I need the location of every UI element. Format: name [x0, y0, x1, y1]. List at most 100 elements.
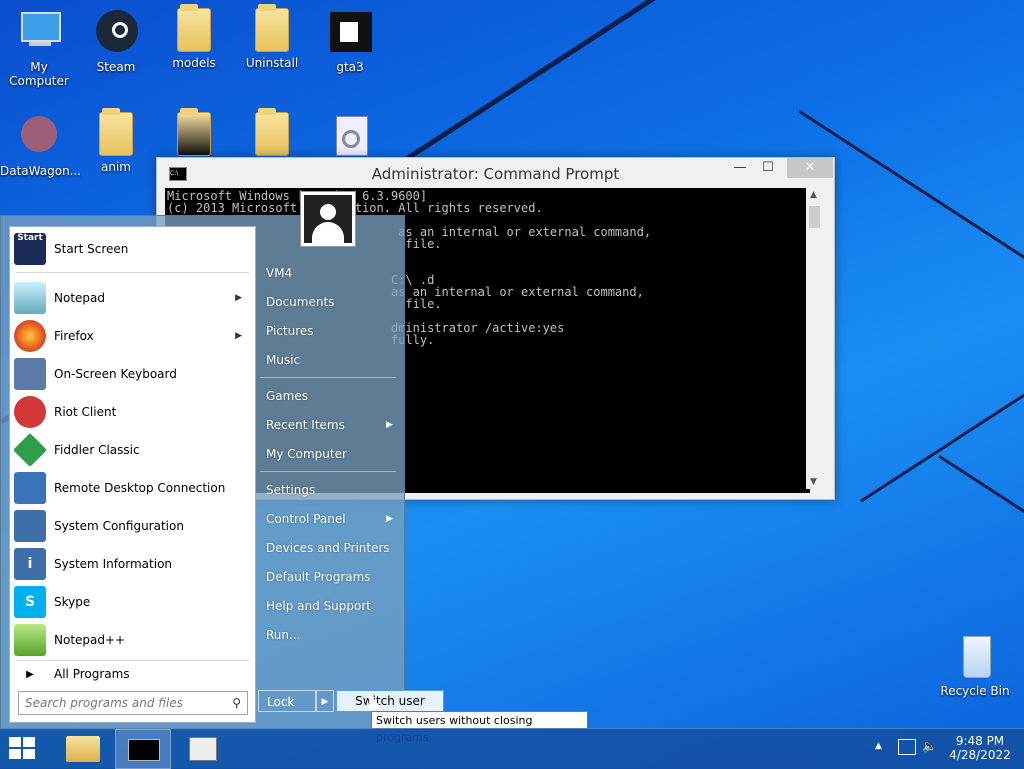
desktop-icon-label: DataWagon...: [0, 164, 82, 178]
separator: [260, 377, 396, 378]
desktop-icon-label: anim: [101, 160, 131, 174]
start-item-on-screen-keyboard[interactable]: On-Screen Keyboard: [14, 356, 252, 392]
search-placeholder: Search programs and files: [25, 696, 183, 710]
minimize-button[interactable]: —: [726, 158, 754, 178]
show-hidden-icons-button[interactable]: ▲: [875, 741, 882, 751]
start-item-label: Remote Desktop Connection: [54, 481, 226, 495]
riot-client-icon: [14, 396, 46, 428]
start-item-notepad-plus-plus[interactable]: Notepad++: [14, 622, 252, 658]
start-item-system-configuration[interactable]: System Configuration: [14, 508, 252, 544]
start-right-run[interactable]: Run...: [266, 628, 300, 642]
desktop-icon-gta3[interactable]: gta3: [311, 8, 389, 74]
clock[interactable]: 9:48 PM 4/28/2022: [946, 734, 1014, 762]
folder-icon: [255, 4, 289, 52]
start-item-riot-client[interactable]: Riot Client: [14, 394, 252, 430]
computer-icon: [15, 8, 63, 56]
desktop-icon-anim[interactable]: anim: [77, 108, 155, 174]
start-item-remote-desktop[interactable]: Remote Desktop Connection: [14, 470, 252, 506]
lock-button[interactable]: Lock: [258, 690, 316, 712]
chevron-right-icon: ▶: [235, 293, 242, 303]
folder-icon: [66, 736, 100, 762]
desktop-icon-recycle-bin[interactable]: Recycle Bin: [936, 632, 1014, 698]
start-menu-programs-pane: Start Start Screen Notepad ▶ Firefox ▶ O…: [9, 226, 256, 723]
desktop-icon-models[interactable]: models: [155, 4, 233, 70]
triangle-right-icon: ▶: [26, 668, 34, 680]
search-icon[interactable]: ⚲: [232, 692, 241, 714]
maximize-button[interactable]: ☐: [754, 158, 782, 178]
start-item-firefox[interactable]: Firefox ▶: [14, 318, 252, 354]
recycle-bin-icon: [951, 632, 999, 680]
desktop-icon-label: My Computer: [9, 60, 69, 88]
user-avatar: [300, 191, 356, 247]
start-button[interactable]: [0, 729, 56, 769]
notepad-plus-plus-icon: [14, 624, 46, 656]
start-item-fiddler[interactable]: Fiddler Classic: [13, 432, 252, 468]
skype-icon: S: [14, 586, 46, 618]
start-item-label: System Configuration: [54, 519, 184, 533]
start-right-help-support[interactable]: Help and Support: [266, 599, 371, 613]
start-menu: Start Start Screen Notepad ▶ Firefox ▶ O…: [0, 215, 405, 731]
start-right-default-programs[interactable]: Default Programs: [266, 570, 371, 584]
volume-muted-icon[interactable]: 🔈: [922, 739, 937, 753]
scrollbar-thumb[interactable]: [809, 206, 820, 228]
start-right-my-computer[interactable]: My Computer: [266, 447, 347, 461]
chevron-right-icon: ▶: [386, 420, 393, 430]
taskbar: ▲ 🔈 9:48 PM 4/28/2022: [0, 728, 1024, 769]
steam-icon: [92, 8, 140, 56]
desktop-icon-steam[interactable]: Steam: [77, 8, 155, 74]
fiddler-icon: [13, 433, 47, 467]
taskbar-file-explorer[interactable]: [56, 729, 112, 769]
scroll-up-icon[interactable]: ▲: [810, 190, 817, 200]
start-right-control-panel[interactable]: Control Panel: [266, 512, 346, 526]
search-input[interactable]: Search programs and files ⚲: [18, 691, 248, 715]
start-right-vm4[interactable]: VM4: [266, 266, 292, 280]
vertical-scrollbar[interactable]: ▲ ▼: [806, 188, 824, 489]
taskbar-app[interactable]: [175, 729, 231, 769]
datawagon-icon: [15, 112, 63, 160]
start-item-label: Notepad++: [54, 633, 126, 647]
desktop-icon-datawagon[interactable]: DataWagon...: [0, 112, 82, 178]
config-file-icon: [326, 112, 374, 160]
network-icon[interactable]: [898, 739, 916, 755]
start-right-recent-items[interactable]: Recent Items: [266, 418, 345, 432]
taskbar-command-prompt[interactable]: [115, 729, 171, 769]
keyboard-icon: [14, 358, 46, 390]
desktop-icon-my-computer[interactable]: My Computer: [0, 8, 78, 88]
start-item-label: Firefox: [54, 329, 94, 343]
start-item-notepad[interactable]: Notepad ▶: [14, 280, 252, 316]
separator: [16, 272, 249, 273]
folder-icon: [99, 108, 133, 156]
wallpaper-line: [860, 358, 1024, 503]
start-right-documents[interactable]: Documents: [266, 295, 334, 309]
close-button[interactable]: ✕: [787, 158, 833, 178]
clock-time: 9:48 PM: [955, 734, 1005, 748]
desktop-icon-label: Uninstall: [245, 56, 299, 70]
desktop-icon-uninstall[interactable]: Uninstall: [233, 4, 311, 70]
desktop-icon-folder[interactable]: [155, 108, 233, 160]
separator: [260, 471, 396, 472]
start-right-games[interactable]: Games: [266, 389, 308, 403]
remote-desktop-icon: [14, 472, 46, 504]
start-right-pictures[interactable]: Pictures: [266, 324, 314, 338]
start-item-start-screen[interactable]: Start Start Screen: [14, 231, 252, 267]
start-item-label: System Information: [54, 557, 173, 571]
start-right-devices-printers[interactable]: Devices and Printers: [266, 541, 390, 555]
desktop-icon-label: models: [172, 56, 216, 70]
cmd-icon: [128, 739, 160, 761]
desktop-icon-label: gta3: [336, 60, 364, 74]
power-options-arrow[interactable]: ▶: [316, 690, 334, 712]
start-item-skype[interactable]: S Skype: [14, 584, 252, 620]
switch-user-menu-item[interactable]: Switch user: [336, 690, 444, 712]
scroll-down-icon[interactable]: ▼: [810, 477, 817, 487]
start-screen-icon: Start: [14, 233, 46, 265]
all-programs-label: All Programs: [54, 667, 130, 681]
desktop-icon-folder[interactable]: [233, 108, 311, 160]
system-configuration-icon: [14, 510, 46, 542]
start-right-music[interactable]: Music: [266, 353, 300, 367]
all-programs-button[interactable]: ▶ All Programs: [14, 663, 252, 685]
start-right-settings[interactable]: Settings: [266, 483, 315, 497]
start-item-label: Notepad: [54, 291, 105, 305]
start-item-system-information[interactable]: i System Information: [14, 546, 252, 582]
window-title-bar[interactable]: C:\ Administrator: Command Prompt — ☐ ✕: [157, 158, 834, 188]
desktop-icon-label: Steam: [96, 60, 136, 74]
